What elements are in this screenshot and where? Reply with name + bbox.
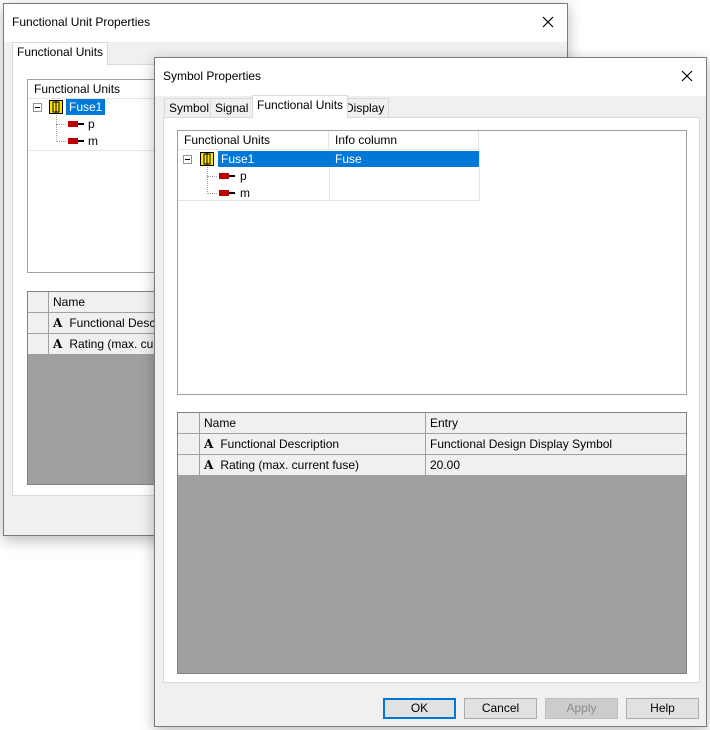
collapse-icon[interactable] xyxy=(33,103,42,112)
tab-functional-units[interactable]: Functional Units xyxy=(252,95,349,118)
dialog-title: Symbol Properties xyxy=(163,69,262,83)
tree-node-fuse1-info[interactable]: Fuse xyxy=(329,151,479,167)
tab-panel: Functional Units Info column Fuse1 Fuse … xyxy=(163,117,700,683)
dialog-title: Functional Unit Properties xyxy=(12,15,151,29)
symbol-properties-dialog: Symbol Properties Symbol Signal Function… xyxy=(154,57,707,727)
tab-signal[interactable]: Signal xyxy=(210,98,254,118)
tree-connector xyxy=(56,141,66,142)
tree-connector xyxy=(207,167,208,194)
functional-units-tree[interactable]: Functional Units Info column Fuse1 Fuse … xyxy=(177,130,687,395)
fuse-symbol-icon xyxy=(200,152,214,166)
grid-header-entry: Entry xyxy=(426,413,686,434)
pin-icon xyxy=(219,173,235,179)
tree-connector xyxy=(207,176,217,177)
tree-node-fuse1[interactable]: Fuse1 xyxy=(218,151,329,167)
collapse-icon[interactable] xyxy=(183,155,192,164)
attribute-A-icon: A xyxy=(53,337,63,351)
row-selector[interactable] xyxy=(178,455,200,476)
help-button[interactable]: Help xyxy=(626,698,699,719)
row-selector[interactable] xyxy=(28,334,49,355)
attribute-A-icon: A xyxy=(53,316,63,330)
grid-corner xyxy=(28,292,49,313)
pin-icon xyxy=(219,190,235,196)
tree-header-info: Info column xyxy=(329,131,479,150)
attribute-A-icon: A xyxy=(204,458,214,472)
tree-connector xyxy=(56,115,57,142)
grid-header-name: Name xyxy=(200,413,426,434)
tree-header-units: Functional Units xyxy=(178,131,329,150)
row-selector[interactable] xyxy=(28,313,49,334)
row-selector[interactable] xyxy=(178,434,200,455)
pin-icon xyxy=(68,121,84,127)
grid-cell-entry[interactable]: 20.00 xyxy=(426,455,686,476)
attributes-grid[interactable]: Name Entry A Functional Description Funct… xyxy=(177,412,687,674)
cancel-button[interactable]: Cancel xyxy=(464,698,537,719)
close-icon[interactable] xyxy=(672,62,702,90)
tree-node-m[interactable]: m xyxy=(240,185,250,201)
title-bar: Symbol Properties xyxy=(155,58,706,96)
pin-icon xyxy=(68,138,84,144)
grid-cell-name: Functional Desc xyxy=(69,316,156,330)
grid-cell-entry[interactable]: Functional Design Display Symbol xyxy=(426,434,686,455)
close-icon[interactable] xyxy=(533,8,563,36)
title-bar: Functional Unit Properties xyxy=(4,4,567,42)
tab-symbol[interactable]: Symbol xyxy=(164,98,215,118)
grid-cell-name-text: Functional Description xyxy=(220,437,340,451)
info-column-divider xyxy=(329,167,330,200)
tree-node-fuse1[interactable]: Fuse1 xyxy=(66,99,106,115)
grid-cell-name[interactable]: A Rating (max. current fuse) xyxy=(200,455,426,476)
tree-node-m[interactable]: m xyxy=(88,133,98,149)
fuse-symbol-icon xyxy=(49,100,63,114)
attribute-A-icon: A xyxy=(204,437,214,451)
tree-node-p[interactable]: p xyxy=(88,116,95,132)
tree-connector xyxy=(56,124,66,125)
grid-corner xyxy=(178,413,200,434)
grid-cell-name: Rating (max. cu xyxy=(69,337,154,351)
tree-rows-bottom xyxy=(178,200,480,201)
ok-button[interactable]: OK xyxy=(383,698,456,719)
grid-cell-name-text: Rating (max. current fuse) xyxy=(220,458,360,472)
tree-connector xyxy=(207,193,217,194)
grid-cell-name[interactable]: A Functional Description xyxy=(200,434,426,455)
tab-functional-units[interactable]: Functional Units xyxy=(12,42,109,65)
info-column-divider xyxy=(479,151,480,200)
apply-button[interactable]: Apply xyxy=(545,698,618,719)
tree-node-p[interactable]: p xyxy=(240,168,247,184)
